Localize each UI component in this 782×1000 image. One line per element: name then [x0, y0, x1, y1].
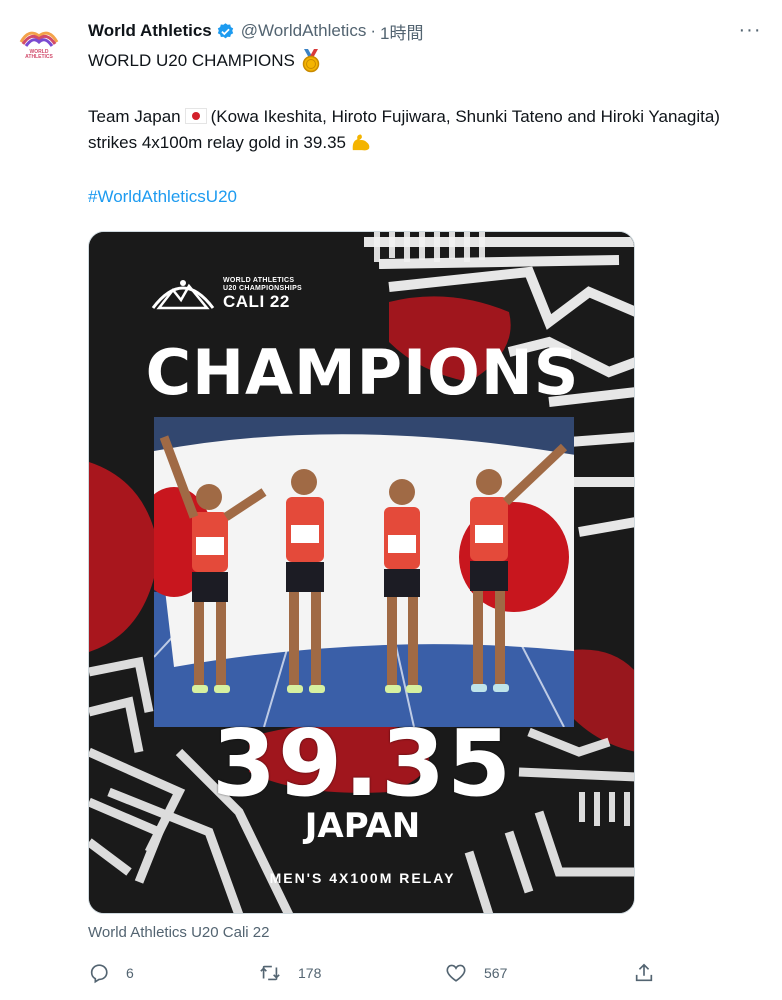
reply-button[interactable]: 6 [88, 956, 134, 990]
championship-logo-text: WORLD ATHLETICS U20 CHAMPIONSHIPS CALI 2… [223, 277, 302, 311]
team-members-text: (Kowa Ikeshita, Hiroto Fujiwara, Shunki … [88, 107, 720, 152]
championship-logo: WORLD ATHLETICS U20 CHAMPIONSHIPS CALI 2… [151, 274, 302, 314]
tweet-actions: 6 178 567 [88, 956, 668, 990]
share-button[interactable] [633, 956, 671, 990]
world-athletics-logo-icon [19, 31, 59, 47]
tweet: WORLD ATHLETICS World Athletics @WorldAth… [0, 0, 782, 1000]
retweet-count: 178 [298, 965, 322, 981]
tweet-media-image[interactable]: WORLD ATHLETICS U20 CHAMPIONSHIPS CALI 2… [88, 231, 635, 914]
avatar[interactable]: WORLD ATHLETICS [14, 18, 64, 68]
team-japan-text: Team Japan [88, 107, 181, 126]
tweet-header: World Athletics @WorldAthletics · 1時間 [88, 18, 423, 44]
champions-headline: CHAMPIONS [145, 336, 580, 409]
retweet-button[interactable]: 178 [258, 956, 321, 990]
tweet-line-1: WORLD U20 CHAMPIONS [88, 48, 758, 74]
japan-flag-icon [184, 108, 207, 124]
reply-icon [90, 964, 108, 984]
reply-count: 6 [126, 965, 134, 981]
flexed-biceps-icon [352, 134, 370, 151]
team-photo [154, 417, 574, 727]
team-photo-illustration [154, 417, 574, 727]
separator: · [370, 21, 376, 40]
avatar-text: WORLD ATHLETICS [25, 49, 53, 60]
country-name: JAPAN [304, 806, 421, 846]
logo-line-1: WORLD ATHLETICS [223, 277, 295, 284]
world-athletics-mountain-logo-icon [151, 280, 215, 310]
display-name[interactable]: World Athletics [88, 21, 212, 41]
event-name: MEN'S 4X100M RELAY [269, 870, 456, 886]
media-caption[interactable]: World Athletics U20 Cali 22 [88, 924, 269, 941]
like-count: 567 [484, 965, 508, 981]
verified-badge-icon [217, 22, 233, 38]
tweet-body: Team Japan (Kowa Ikeshita, Hiroto Fujiwar… [88, 104, 758, 156]
hashtag-link[interactable]: #WorldAthleticsU20 [88, 184, 758, 210]
gold-medal-icon [302, 49, 320, 73]
more-options-icon[interactable]: ··· [738, 18, 762, 42]
tweet-headline: WORLD U20 CHAMPIONS [88, 51, 295, 70]
logo-event-name: CALI 22 [223, 292, 290, 311]
share-icon [635, 963, 653, 982]
handle[interactable]: @WorldAthletics [241, 21, 367, 41]
heart-icon [446, 964, 466, 982]
result-time: 39.35 [211, 710, 513, 817]
timestamp[interactable]: 1時間 [380, 19, 423, 44]
like-button[interactable]: 567 [444, 956, 507, 990]
retweet-icon [260, 965, 280, 981]
